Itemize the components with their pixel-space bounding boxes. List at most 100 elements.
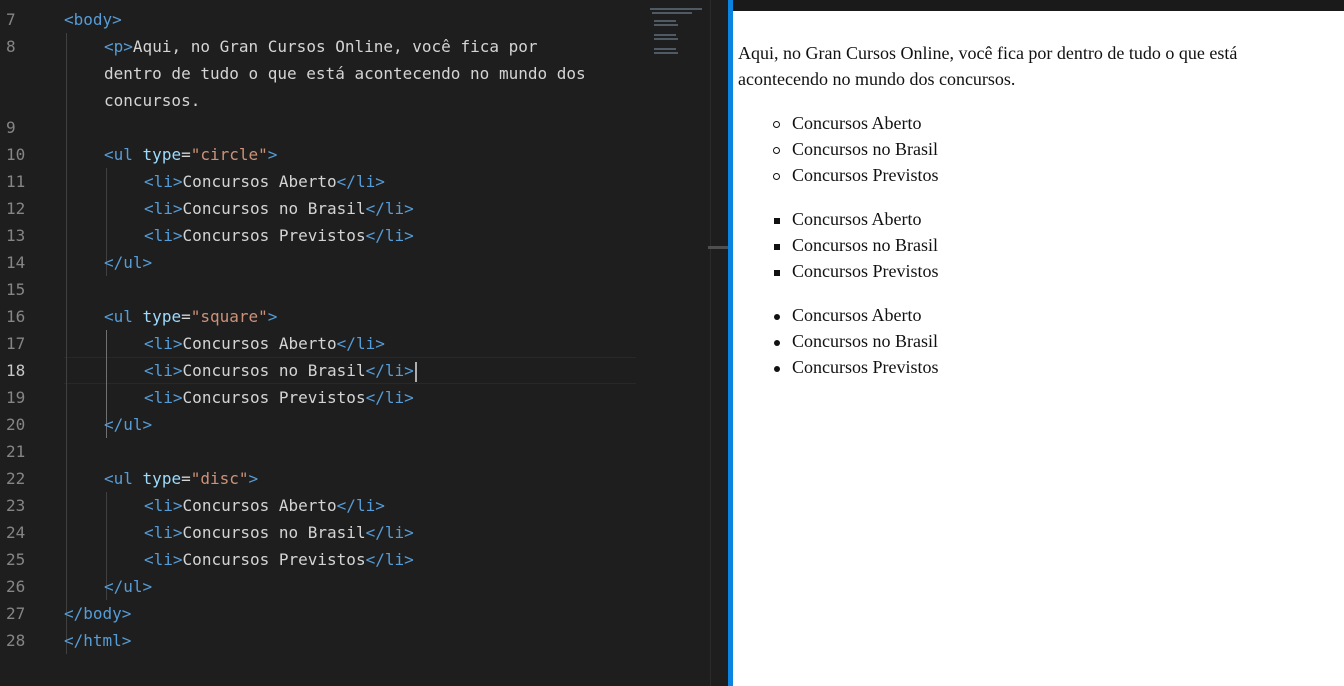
code-line-wrapped[interactable]: concursos. bbox=[64, 87, 708, 114]
tag-bracket: < bbox=[144, 334, 154, 353]
tag-name: body bbox=[83, 604, 122, 623]
tag-bracket: > bbox=[123, 37, 133, 56]
tag-name: ul bbox=[123, 577, 143, 596]
tag-bracket: </ bbox=[365, 550, 385, 569]
disc-bullet-icon bbox=[770, 354, 786, 380]
attribute-value: "circle" bbox=[190, 145, 268, 164]
tag-bracket: > bbox=[142, 415, 153, 434]
code-text: dentro de tudo o que está acontecendo no… bbox=[104, 64, 586, 83]
code-line[interactable]: </html> bbox=[64, 627, 708, 654]
scrollbar-track[interactable] bbox=[710, 0, 711, 686]
line-number: 28 bbox=[6, 631, 26, 650]
code-line[interactable]: <li>Concursos Aberto</li> bbox=[64, 168, 708, 195]
equals-sign: = bbox=[181, 145, 191, 164]
tag-bracket: </ bbox=[365, 388, 385, 407]
code-line[interactable]: <ul type="circle"> bbox=[64, 141, 708, 168]
tag-name: li bbox=[153, 550, 173, 569]
tag-name: li bbox=[384, 550, 405, 569]
code-text: Concursos Previstos bbox=[182, 388, 366, 407]
code-line[interactable]: </ul> bbox=[64, 411, 708, 438]
tag-name: li bbox=[384, 226, 405, 245]
tag-bracket: > bbox=[172, 334, 183, 353]
line-number: 9 bbox=[6, 118, 16, 137]
code-text: Concursos Previstos bbox=[182, 550, 366, 569]
tag-bracket: > bbox=[142, 253, 153, 272]
code-text: Concursos Aberto bbox=[182, 334, 337, 353]
tag-bracket: </ bbox=[336, 334, 356, 353]
list-circle: Concursos Aberto Concursos no Brasil Con… bbox=[738, 110, 1328, 188]
list-item: Concursos Aberto bbox=[770, 206, 1328, 232]
code-line[interactable]: <body> bbox=[64, 6, 708, 33]
code-line[interactable]: <li>Concursos Previstos</li> bbox=[64, 222, 708, 249]
line-number: 19 bbox=[6, 388, 26, 407]
tag-bracket: </ bbox=[104, 577, 124, 596]
minimap[interactable] bbox=[646, 8, 708, 68]
line-number-gutter[interactable]: 7 8 9 10 11 12 13 14 15 16 17 18 19 20 2… bbox=[0, 6, 46, 654]
line-number bbox=[0, 87, 46, 114]
tag-name: p bbox=[113, 37, 124, 56]
circle-bullet-icon bbox=[770, 162, 786, 188]
attribute-value: "square" bbox=[190, 307, 268, 326]
code-text: Concursos no Brasil bbox=[182, 523, 366, 542]
line-number: 20 bbox=[6, 415, 26, 434]
code-text: Concursos Previstos bbox=[182, 226, 366, 245]
line-number-active: 18 bbox=[6, 361, 26, 380]
tag-bracket: > bbox=[404, 226, 414, 245]
minimap-line bbox=[654, 48, 676, 50]
tag-bracket: </ bbox=[365, 523, 385, 542]
equals-sign: = bbox=[181, 469, 191, 488]
code-line-empty[interactable] bbox=[64, 438, 708, 465]
tag-name: li bbox=[355, 496, 376, 515]
list-item: Concursos Previstos bbox=[770, 258, 1328, 284]
code-line-active[interactable]: <li>Concursos no Brasil</li> bbox=[64, 357, 708, 384]
code-line[interactable]: <p>Aqui, no Gran Cursos Online, você fic… bbox=[64, 33, 708, 60]
tag-bracket: < bbox=[144, 523, 154, 542]
tag-name: li bbox=[153, 226, 173, 245]
code-editor[interactable]: 7 8 9 10 11 12 13 14 15 16 17 18 19 20 2… bbox=[0, 0, 728, 686]
minimap-line bbox=[654, 20, 676, 22]
tag-bracket: > bbox=[112, 10, 122, 29]
scrollbar-cursor-marker bbox=[708, 246, 728, 249]
list-item-text: Concursos Previstos bbox=[792, 357, 939, 377]
code-line[interactable]: <li>Concursos Aberto</li> bbox=[64, 492, 708, 519]
tag-bracket: < bbox=[104, 145, 114, 164]
code-line[interactable]: </ul> bbox=[64, 249, 708, 276]
tag-bracket: > bbox=[267, 307, 278, 326]
code-line[interactable]: <li>Concursos Previstos</li> bbox=[64, 384, 708, 411]
line-number: 7 bbox=[6, 10, 16, 29]
tag-name: li bbox=[153, 199, 173, 218]
line-number: 25 bbox=[6, 550, 26, 569]
tag-bracket: < bbox=[144, 388, 154, 407]
code-line[interactable]: <ul type="square"> bbox=[64, 303, 708, 330]
tag-bracket: > bbox=[404, 388, 414, 407]
tag-name: ul bbox=[113, 469, 133, 488]
code-line-wrapped[interactable]: dentro de tudo o que está acontecendo no… bbox=[64, 60, 708, 87]
code-line[interactable]: <li>Concursos no Brasil</li> bbox=[64, 519, 708, 546]
code-text: Aqui, no Gran Cursos Online, você fica p… bbox=[132, 37, 538, 56]
list-item: Concursos Aberto bbox=[770, 110, 1328, 136]
attribute-name: type bbox=[142, 307, 182, 326]
preview-paragraph: Aqui, no Gran Cursos Online, você fica p… bbox=[738, 43, 1238, 89]
list-disc: Concursos Aberto Concursos no Brasil Con… bbox=[738, 302, 1328, 380]
code-line[interactable]: </body> bbox=[64, 600, 708, 627]
tag-bracket: < bbox=[104, 37, 114, 56]
code-line[interactable]: <li>Concursos Aberto</li> bbox=[64, 330, 708, 357]
tag-bracket: </ bbox=[64, 604, 84, 623]
code-line[interactable]: <ul type="disc"> bbox=[64, 465, 708, 492]
line-number: 15 bbox=[6, 280, 26, 299]
code-line[interactable]: </ul> bbox=[64, 573, 708, 600]
list-item: Concursos no Brasil bbox=[770, 328, 1328, 354]
code-lines[interactable]: <body> <p>Aqui, no Gran Cursos Online, v… bbox=[64, 6, 708, 654]
tag-bracket: < bbox=[144, 199, 154, 218]
line-number: 27 bbox=[6, 604, 26, 623]
list-item: Concursos no Brasil bbox=[770, 136, 1328, 162]
code-line[interactable]: <li>Concursos Previstos</li> bbox=[64, 546, 708, 573]
code-line-empty[interactable] bbox=[64, 276, 708, 303]
code-line[interactable]: <li>Concursos no Brasil</li> bbox=[64, 195, 708, 222]
tag-bracket: > bbox=[172, 172, 183, 191]
code-line-empty[interactable] bbox=[64, 114, 708, 141]
tag-bracket: < bbox=[144, 172, 154, 191]
list-item-text: Concursos Aberto bbox=[792, 113, 922, 133]
tag-name: body bbox=[73, 10, 113, 29]
line-number: 11 bbox=[6, 172, 26, 191]
